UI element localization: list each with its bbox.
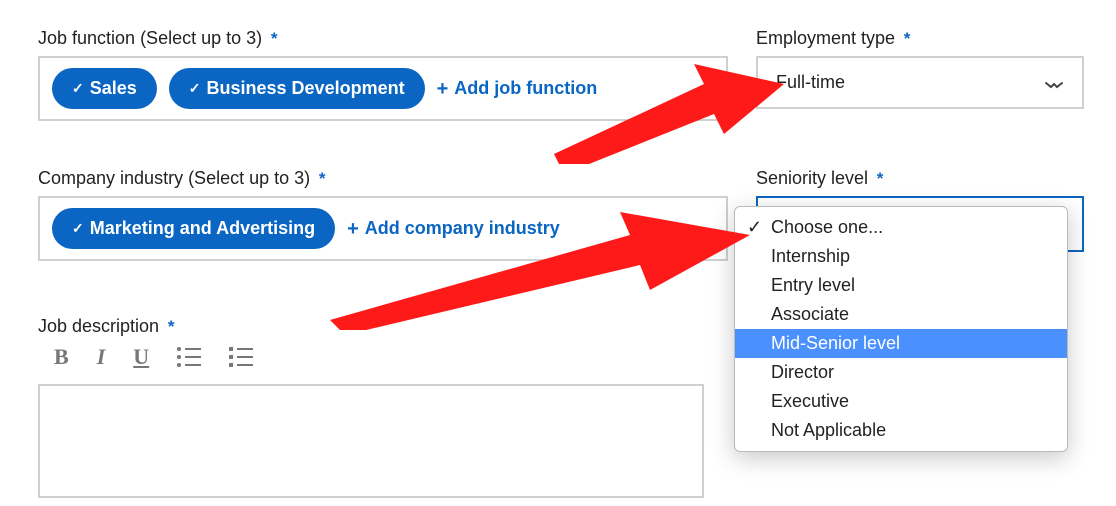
seniority-option[interactable]: Entry level	[735, 271, 1067, 300]
required-asterisk: *	[319, 169, 326, 188]
chevron-down-icon	[1044, 77, 1064, 89]
seniority-level-label-text: Seniority level	[756, 168, 868, 188]
seniority-dropdown[interactable]: Choose one...InternshipEntry levelAssoci…	[734, 206, 1068, 452]
seniority-option[interactable]: Mid-Senior level	[735, 329, 1067, 358]
check-icon: ✓	[189, 80, 201, 97]
pill-label: Marketing and Advertising	[90, 218, 315, 239]
seniority-option[interactable]: Associate	[735, 300, 1067, 329]
employment-type-select[interactable]: Full-time	[756, 56, 1084, 109]
job-function-label-text: Job function (Select up to 3)	[38, 28, 262, 48]
job-description-label: Job description *	[38, 316, 174, 337]
pill-label: Business Development	[207, 78, 405, 99]
numbered-list-button[interactable]	[229, 347, 253, 367]
required-asterisk: *	[168, 317, 175, 336]
required-asterisk: *	[877, 169, 884, 188]
job-function-label: Job function (Select up to 3) *	[38, 28, 278, 49]
job-description-editor[interactable]	[38, 384, 704, 498]
annotation-arrow-icon	[554, 54, 784, 164]
bullet-list-button[interactable]	[177, 347, 201, 367]
plus-icon: +	[437, 79, 449, 99]
employment-type-label: Employment type *	[756, 28, 910, 49]
bold-button[interactable]: B	[54, 344, 69, 370]
employment-type-label-text: Employment type	[756, 28, 895, 48]
check-icon: ✓	[72, 220, 84, 237]
check-icon: ✓	[72, 80, 84, 97]
annotation-arrow-icon	[330, 200, 750, 330]
company-industry-label: Company industry (Select up to 3) *	[38, 168, 326, 189]
required-asterisk: *	[271, 29, 278, 48]
seniority-level-label: Seniority level *	[756, 168, 883, 189]
seniority-option[interactable]: Choose one...	[735, 213, 1067, 242]
seniority-option[interactable]: Internship	[735, 242, 1067, 271]
industry-pill-marketing[interactable]: ✓ Marketing and Advertising	[52, 208, 335, 249]
pill-label: Sales	[90, 78, 137, 99]
editor-toolbar: B I U	[38, 338, 269, 370]
job-function-pill-bizdev[interactable]: ✓ Business Development	[169, 68, 425, 109]
seniority-option[interactable]: Not Applicable	[735, 416, 1067, 445]
required-asterisk: *	[904, 29, 911, 48]
company-industry-label-text: Company industry (Select up to 3)	[38, 168, 310, 188]
job-function-pill-sales[interactable]: ✓ Sales	[52, 68, 157, 109]
employment-type-value: Full-time	[776, 72, 845, 93]
seniority-option[interactable]: Executive	[735, 387, 1067, 416]
italic-button[interactable]: I	[97, 344, 106, 370]
underline-button[interactable]: U	[133, 344, 149, 370]
job-description-label-text: Job description	[38, 316, 159, 336]
seniority-option[interactable]: Director	[735, 358, 1067, 387]
